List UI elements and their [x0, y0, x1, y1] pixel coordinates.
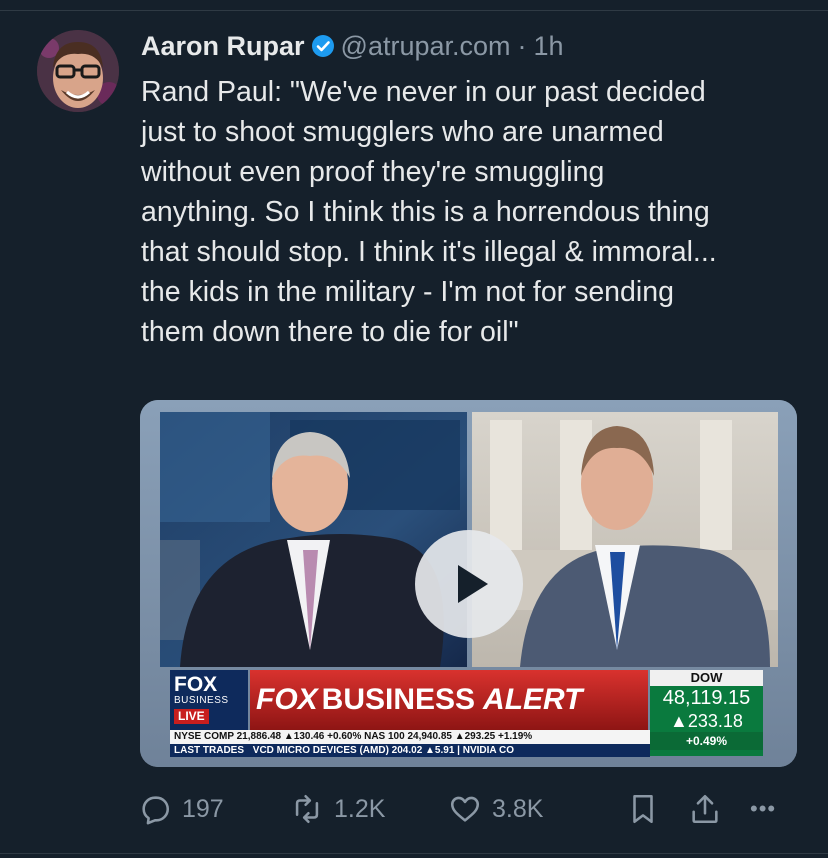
more-button[interactable]: ••• — [750, 780, 776, 838]
more-icon: ••• — [750, 796, 777, 821]
dow-percent-unit: % — [716, 734, 728, 748]
live-badge: LIVE — [174, 709, 209, 724]
dow-box: DOW 48,119.15 ▲233.18 +0.49% — [650, 670, 763, 756]
ticker-line-2: LAST TRADES VCD MICRO DEVICES (AMD) 204.… — [174, 744, 648, 757]
repost-count: 1.2K — [334, 794, 386, 823]
ticker-line-1: NYSE COMP 21,886.48 ▲130.46 +0.60% NAS 1… — [174, 731, 533, 742]
ticker-label: LAST TRADES — [174, 745, 244, 756]
separator-dot: · — [517, 30, 527, 61]
play-icon — [458, 565, 488, 603]
ticker-trades: VCD MICRO DEVICES (AMD) 204.02 ▲5.91 | N… — [252, 745, 515, 756]
dow-percent-value: +0.49 — [685, 734, 717, 748]
timestamp[interactable]: 1h — [534, 31, 564, 62]
author-name[interactable]: Aaron Rupar — [141, 31, 305, 62]
dow-change: ▲233.18 — [670, 711, 743, 731]
repost-icon — [295, 794, 319, 824]
play-button[interactable] — [415, 530, 523, 638]
logo-fox: FOX — [174, 673, 218, 696]
tweet-text: Rand Paul: "We've never in our past deci… — [141, 76, 717, 348]
dow-change-value: 233.18 — [687, 711, 743, 731]
bookmark-icon — [633, 794, 653, 824]
share-button[interactable] — [689, 780, 721, 838]
banner-alert: ALERT — [483, 683, 583, 716]
share-icon — [692, 794, 718, 824]
tweet-actions: 197 1.2K 3.8K ••• — [0, 780, 828, 838]
reply-count: 197 — [182, 794, 224, 823]
bottom-divider — [0, 853, 828, 854]
banner-business: BUSINESS — [321, 683, 476, 716]
verified-badge-icon — [311, 34, 335, 58]
like-button[interactable]: 3.8K — [448, 780, 543, 838]
dow-label: DOW — [650, 670, 763, 686]
dow-value: 48,119.15 — [662, 687, 751, 709]
fox-business-logo: FOX BUSINESS LIVE — [174, 674, 246, 726]
like-count: 3.8K — [492, 794, 544, 823]
logo-business: BUSINESS — [174, 695, 229, 706]
bookmark-button[interactable] — [628, 780, 658, 838]
avatar[interactable] — [37, 30, 119, 112]
repost-button[interactable]: 1.2K — [290, 780, 385, 838]
like-icon — [450, 796, 480, 822]
banner-fox: FOX — [256, 683, 318, 716]
reply-button[interactable]: 197 — [138, 780, 224, 838]
author-handle[interactable]: @atrupar.com — [341, 31, 511, 62]
tweet-header: Aaron Rupar @atrupar.com · 1h — [141, 30, 564, 62]
business-alert-banner: FOX BUSINESS ALERT — [256, 680, 583, 720]
top-divider — [0, 10, 828, 11]
reply-icon — [142, 796, 170, 825]
dow-percent: +0.49% — [650, 732, 763, 750]
